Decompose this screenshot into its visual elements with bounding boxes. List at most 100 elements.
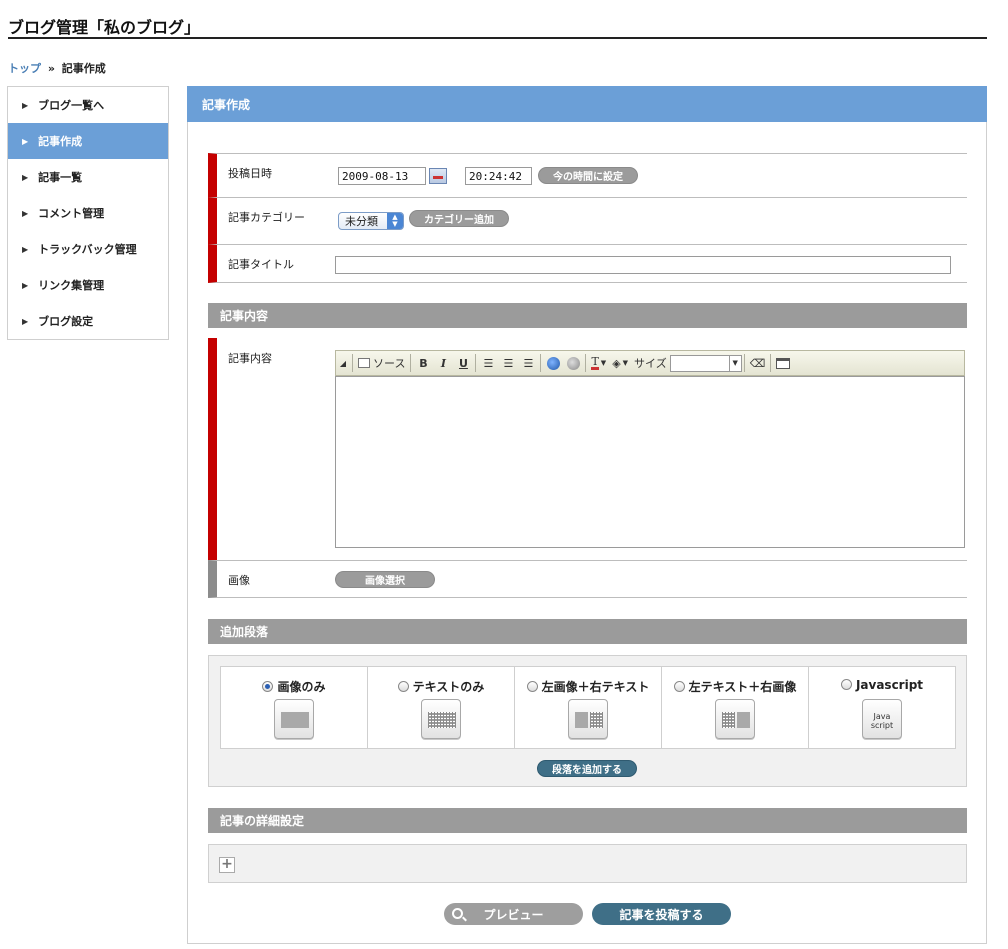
dropdown-arrow-icon: ▼	[622, 359, 629, 367]
post-title-row: 記事タイトル	[208, 244, 967, 283]
layout-option-text-only[interactable]: テキストのみ	[368, 667, 515, 748]
image-only-icon	[274, 699, 314, 739]
preview-button[interactable]: プレビュー	[444, 903, 583, 925]
post-title-input[interactable]	[335, 256, 951, 274]
sidebar-item-label: 記事作成	[38, 135, 83, 148]
paint-bucket-icon: ◈	[612, 356, 621, 370]
add-paragraph-button[interactable]: 段落を追加する	[537, 760, 637, 777]
triangle-right-icon: ▶	[22, 244, 29, 254]
text-placeholder-block	[428, 712, 456, 728]
add-category-button[interactable]: カテゴリー追加	[409, 210, 509, 227]
content-label: 記事内容	[228, 352, 272, 365]
background-color-button[interactable]: ◈ ▼	[609, 353, 631, 373]
bold-button[interactable]: B	[413, 353, 433, 373]
layout-option-label: 画像のみ	[277, 680, 326, 694]
layout-option-image-only[interactable]: 画像のみ	[221, 667, 368, 748]
triangle-right-icon: ▶	[22, 316, 29, 326]
toolbar-separator	[475, 354, 477, 372]
underline-button[interactable]: U	[453, 353, 473, 373]
post-time-input[interactable]	[465, 167, 532, 185]
submit-post-button[interactable]: 記事を投稿する	[592, 903, 731, 925]
layout-radio-text-left-image-right[interactable]	[673, 681, 685, 692]
breadcrumb-separator: »	[47, 62, 55, 75]
align-left-button[interactable]: ☰	[478, 353, 498, 373]
toolbar-separator	[585, 354, 587, 372]
sidebar-item-post-list[interactable]: ▶ 記事一覧	[8, 159, 168, 195]
category-label: 記事カテゴリー	[228, 211, 305, 224]
preview-button-label: プレビュー	[483, 907, 544, 922]
page-title: ブログ管理「私のブログ」	[8, 18, 201, 37]
sidebar-item-label: リンク集管理	[38, 279, 105, 292]
font-size-label: サイズ	[634, 357, 667, 370]
collapse-toolbar-icon[interactable]: ◢	[336, 353, 350, 373]
editor-toolbar: ◢ ソース B I U ☰ ☰ ☰ T ▼ ◈ ▼ サイズ ▼ ⌫	[335, 350, 965, 376]
category-row: 記事カテゴリー 未分類 ▲ ▼ カテゴリー追加	[208, 197, 967, 244]
layout-radio-javascript[interactable]	[840, 679, 852, 690]
sidebar-item-comments[interactable]: ▶ コメント管理	[8, 195, 168, 231]
select-image-button[interactable]: 画像選択	[335, 571, 435, 588]
updown-arrows-icon: ▲ ▼	[387, 213, 403, 229]
javascript-icon-text: Java script	[870, 712, 894, 730]
triangle-right-icon: ▶	[22, 100, 29, 110]
text-placeholder-block	[590, 712, 603, 728]
sidebar-item-label: ブログ設定	[38, 315, 94, 328]
calendar-icon[interactable]	[429, 168, 447, 184]
triangle-right-icon: ▶	[22, 172, 29, 182]
content-section-bar: 記事内容	[208, 303, 967, 328]
breadcrumb-home-link[interactable]: トップ	[8, 62, 41, 75]
remove-format-button[interactable]: ⌫	[747, 353, 769, 373]
category-select[interactable]: 未分類 ▲ ▼	[338, 212, 404, 230]
layout-option-label: 左テキスト＋右画像	[688, 680, 797, 694]
globe-unlink-icon	[566, 356, 580, 370]
image-row: 画像 画像選択	[208, 560, 967, 598]
text-left-image-right-icon	[715, 699, 755, 739]
sidebar-item-links[interactable]: ▶ リンク集管理	[8, 267, 168, 303]
sidebar-item-blog-settings[interactable]: ▶ ブログ設定	[8, 303, 168, 339]
text-color-button[interactable]: T ▼	[588, 353, 609, 373]
image-left-text-right-icon	[568, 699, 608, 739]
image-placeholder-block	[737, 712, 750, 728]
content-editor-area[interactable]	[335, 376, 965, 548]
italic-button[interactable]: I	[433, 353, 453, 373]
insert-link-button[interactable]	[543, 353, 563, 373]
sidebar-item-blog-list[interactable]: ▶ ブログ一覧へ	[8, 87, 168, 123]
toolbar-separator	[540, 354, 542, 372]
magnifier-icon	[452, 908, 463, 919]
layout-option-text-left-image-right[interactable]: 左テキスト＋右画像	[662, 667, 809, 748]
sidebar-item-label: ブログ一覧へ	[38, 99, 105, 112]
layout-radio-text-only[interactable]	[397, 681, 409, 692]
additional-paragraph-section-bar: 追加段落	[208, 619, 967, 644]
triangle-right-icon: ▶	[22, 136, 29, 146]
expand-plus-icon[interactable]: +	[219, 857, 235, 873]
post-date-label: 投稿日時	[228, 167, 272, 180]
font-size-select[interactable]: ▼	[669, 354, 742, 372]
source-button[interactable]: ソース	[355, 353, 408, 373]
insert-table-button[interactable]	[773, 353, 793, 373]
main-section-header: 記事作成	[187, 86, 987, 122]
layout-option-image-left-text-right[interactable]: 左画像＋右テキスト	[515, 667, 662, 748]
dropdown-arrow-icon: ▼	[728, 355, 741, 371]
remove-link-button[interactable]	[563, 353, 583, 373]
layout-option-label: テキストのみ	[412, 680, 485, 694]
triangle-right-icon: ▶	[22, 280, 29, 290]
post-date-input[interactable]	[338, 167, 426, 185]
layout-option-label-wrap: 左画像＋右テキスト	[515, 678, 661, 695]
layout-option-label: 左画像＋右テキスト	[541, 680, 650, 694]
table-icon	[776, 357, 791, 369]
sidebar-item-label: トラックバック管理	[38, 243, 137, 256]
sidebar-item-create-post[interactable]: ▶ 記事作成	[8, 123, 168, 159]
toolbar-separator	[770, 354, 772, 372]
sidebar-nav: ▶ ブログ一覧へ ▶ 記事作成 ▶ 記事一覧 ▶ コメント管理 ▶ トラックバッ…	[7, 86, 169, 340]
align-center-button[interactable]: ☰	[498, 353, 518, 373]
layout-option-javascript[interactable]: Javascript Java script	[809, 667, 955, 748]
layout-option-label: Javascript	[855, 678, 924, 692]
paragraph-layout-options: 画像のみ テキストのみ 左画像＋右テキスト 左テキスト＋右画像 Javascri…	[220, 666, 956, 749]
layout-option-label-wrap: Javascript	[809, 678, 955, 692]
toolbar-separator	[352, 354, 353, 372]
align-left-icon: ☰	[483, 356, 494, 370]
align-right-button[interactable]: ☰	[518, 353, 538, 373]
sidebar-item-trackbacks[interactable]: ▶ トラックバック管理	[8, 231, 168, 267]
set-current-time-button[interactable]: 今の時間に設定	[538, 167, 638, 184]
layout-radio-image-left-text-right[interactable]	[526, 681, 538, 692]
layout-radio-image-only[interactable]	[262, 681, 274, 692]
